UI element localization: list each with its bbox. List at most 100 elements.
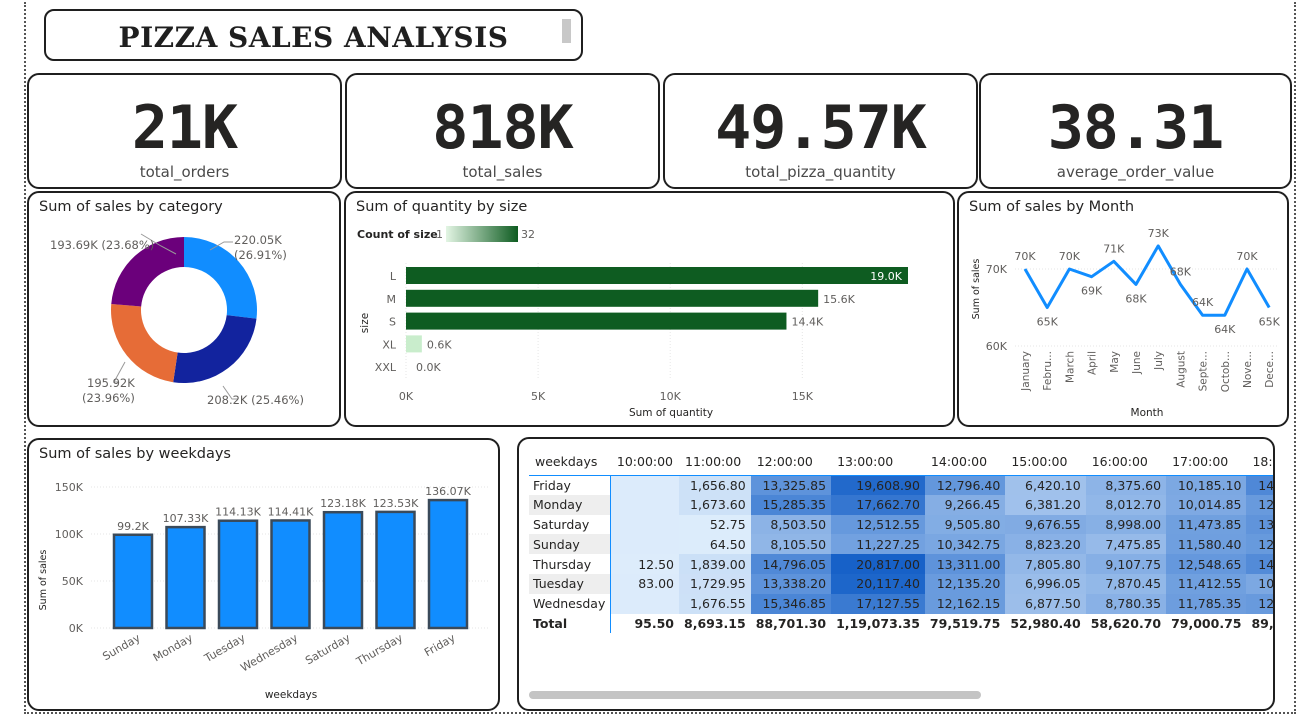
bar[interactable]: [270, 519, 311, 630]
table-row[interactable]: Saturday 52.75 8,503.50 12,512.55 9,505.80 9,…: [529, 514, 1273, 535]
row-header: Monday: [529, 494, 611, 515]
table-cell: 15,346.85: [750, 593, 832, 614]
x-tick-label: Nove...: [1242, 351, 1254, 388]
column-header[interactable]: 13:00:00: [831, 449, 925, 475]
kpi-value: 818K: [432, 93, 574, 163]
slice-label: (23.96%): [82, 391, 135, 405]
table-cell: 8,105.50: [750, 534, 832, 555]
table-cell: 9,505.80: [924, 514, 1006, 535]
bar[interactable]: [217, 519, 259, 630]
legend-title: Count of size: [357, 228, 438, 241]
donut-slice[interactable]: [111, 303, 178, 383]
data-label: 65K: [1259, 316, 1281, 329]
bar[interactable]: [375, 510, 416, 630]
y-tick-label: XL: [382, 338, 397, 351]
table-row[interactable]: Friday 1,656.80 13,325.85 19,608.90 12,796.4…: [529, 474, 1273, 495]
table-cell: 1,676.55: [679, 593, 751, 614]
column-header[interactable]: weekdays: [529, 449, 611, 475]
table-cell: 8,998.00: [1085, 514, 1167, 535]
table-cell: 64.50: [679, 534, 751, 555]
month-chart-card[interactable]: Sum of sales by Month 60K 70K 70K 65K 70K 69…: [957, 191, 1289, 427]
slice-label: (26.91%): [234, 248, 287, 262]
x-tick-label: April: [1087, 351, 1099, 375]
table-cell: 10,342.75: [924, 534, 1006, 555]
kpi-card-total-sales[interactable]: 818K total_sales: [345, 73, 660, 189]
slice-label: 220.05K: [234, 233, 282, 247]
bar[interactable]: [427, 498, 469, 630]
table-cell: 11,412.55: [1166, 573, 1247, 594]
kpi-card-total-orders[interactable]: 21K total_orders: [27, 73, 342, 189]
column-header[interactable]: 18:00:00: [1246, 449, 1273, 475]
kpi-label: average_order_value: [1056, 163, 1215, 181]
column-header[interactable]: 12:00:00: [751, 449, 831, 475]
column-header[interactable]: 14:00:00: [925, 449, 1005, 475]
kpi-value: 49.57K: [715, 93, 927, 163]
table-cell: 6,420.10: [1005, 474, 1086, 495]
page-title: PIZZA SALES ANALYSIS: [118, 21, 509, 54]
y-tick-label: 0K: [69, 622, 84, 635]
bar[interactable]: [165, 525, 206, 630]
matrix-viewport[interactable]: weekdays 10:00:00 11:00:00 12:00:00 13:00:00…: [529, 449, 1273, 689]
column-header[interactable]: 15:00:00: [1005, 449, 1085, 475]
horizontal-scrollbar[interactable]: [529, 691, 981, 699]
total-label: Total: [533, 615, 568, 631]
x-axis-title: weekdays: [265, 689, 317, 701]
total-cell: 52,980.40: [1010, 615, 1081, 631]
title-scrollbar[interactable]: [562, 19, 571, 43]
weekday-chart-card[interactable]: Sum of sales by weekdays 0K 50K 100K 150K 9…: [27, 438, 500, 711]
bar[interactable]: [322, 510, 364, 630]
x-tick-label: May: [1109, 351, 1121, 373]
data-label: 123.53K: [373, 497, 419, 510]
x-tick-label: Wednesday: [238, 631, 300, 674]
slice-label: 195.92K: [87, 376, 135, 390]
table-cell: [610, 534, 680, 555]
column-header[interactable]: 10:00:00: [611, 449, 679, 475]
x-tick-label: 15K: [792, 390, 814, 403]
kpi-value: 38.31: [1047, 93, 1225, 163]
bar[interactable]: [112, 533, 154, 630]
size-chart-card[interactable]: Sum of quantity by size Count of size 1 …: [344, 191, 955, 427]
total-cell: 95.50: [610, 613, 680, 634]
table-row[interactable]: Sunday 64.50 8,105.50 11,227.25 10,342.75 8,8…: [529, 534, 1273, 555]
data-label: 70K: [1236, 250, 1258, 263]
x-tick-label: July: [1153, 351, 1165, 371]
table-cell: 8,012.70: [1085, 494, 1167, 515]
total-row: Total 95.50 8,693.15 88,701.30 1,19,073.35 79…: [529, 613, 1273, 634]
donut-slice[interactable]: [173, 315, 257, 383]
table-cell: 6,381.20: [1005, 494, 1086, 515]
bar[interactable]: [406, 267, 908, 284]
table-row[interactable]: Wednesday 1,676.55 15,346.85 17,127.55 12,16…: [529, 593, 1273, 614]
table-cell: 12,162.15: [924, 593, 1006, 614]
matrix-card[interactable]: weekdays 10:00:00 11:00:00 12:00:00 13:00:00…: [517, 437, 1275, 711]
table-row[interactable]: Tuesday 83.00 1,729.95 13,338.20 20,117.40 12…: [529, 573, 1273, 594]
row-header: Friday: [529, 474, 611, 495]
table-cell: 12,348.05: [1246, 534, 1273, 555]
table-row[interactable]: Monday 1,673.60 15,285.35 17,662.70 9,266.45…: [529, 494, 1273, 515]
kpi-card-average-order-value[interactable]: 38.31 average_order_value: [979, 73, 1292, 189]
table-row[interactable]: Thursday 12.50 1,839.00 14,796.05 20,817.00 1…: [529, 554, 1273, 574]
total-cell: 1,19,073.35: [836, 615, 920, 631]
bar[interactable]: [406, 289, 819, 307]
category-chart-card[interactable]: Sum of sales by category 220.05K (26.91%…: [27, 191, 341, 427]
x-tick-label: Saturday: [303, 631, 353, 667]
kpi-label: total_pizza_quantity: [745, 163, 896, 181]
y-axis-title: Sum of sales: [38, 550, 49, 611]
data-label: 0.0K: [416, 361, 441, 374]
table-cell: 20,117.40: [831, 573, 925, 594]
total-cell: 58,620.70: [1090, 615, 1162, 631]
table-cell: 7,475.85: [1085, 534, 1167, 555]
column-header[interactable]: 16:00:00: [1086, 449, 1166, 475]
sales-matrix-table[interactable]: weekdays 10:00:00 11:00:00 12:00:00 13:00:00…: [529, 449, 1273, 634]
x-tick-label: Septe...: [1198, 351, 1210, 391]
table-cell: 10,145.20: [1246, 573, 1273, 594]
data-label: 68K: [1125, 292, 1147, 305]
bar[interactable]: [406, 312, 787, 330]
category-donut-chart: 220.05K (26.91%) 208.2K (25.46%) 195.92K…: [50, 233, 304, 407]
kpi-card-total-pizza-quantity[interactable]: 49.57K total_pizza_quantity: [663, 73, 978, 189]
data-label: 15.6K: [823, 293, 855, 306]
x-axis-title: Sum of quantity: [629, 407, 713, 419]
bar[interactable]: [406, 335, 422, 353]
column-header[interactable]: 17:00:00: [1166, 449, 1246, 475]
column-header[interactable]: 11:00:00: [679, 449, 751, 475]
x-tick-label: Octob...: [1220, 351, 1232, 392]
